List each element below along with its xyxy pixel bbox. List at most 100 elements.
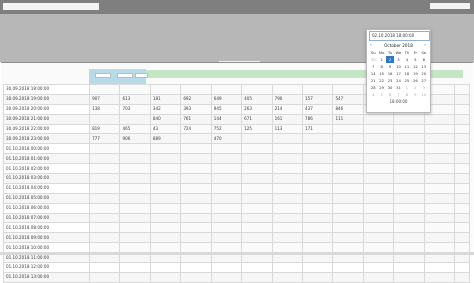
value-cell[interactable]: [210, 212, 243, 224]
calendar-day[interactable]: 10: [420, 91, 428, 98]
value-cell[interactable]: [89, 113, 121, 125]
calendar-day[interactable]: 6: [420, 56, 428, 63]
value-cell[interactable]: [393, 153, 425, 165]
value-cell[interactable]: [393, 163, 425, 175]
value-cell[interactable]: [210, 182, 243, 194]
value-cell[interactable]: [89, 173, 121, 184]
value-cell[interactable]: [271, 232, 304, 244]
value-cell[interactable]: [89, 262, 121, 273]
value-cell[interactable]: [180, 202, 212, 214]
header-filter[interactable]: [117, 73, 133, 78]
value-cell[interactable]: [149, 173, 182, 184]
calendar-day[interactable]: 3: [420, 84, 428, 91]
value-cell[interactable]: 907: [89, 93, 121, 105]
calendar-day[interactable]: 19: [411, 70, 419, 77]
value-cell[interactable]: [362, 202, 395, 214]
value-cell[interactable]: [241, 133, 273, 145]
value-cell[interactable]: [149, 84, 182, 95]
value-cell[interactable]: [423, 123, 456, 135]
calendar-day[interactable]: 9: [411, 91, 419, 98]
value-cell[interactable]: [332, 271, 364, 283]
value-cell[interactable]: [210, 143, 243, 155]
value-cell[interactable]: 181: [149, 93, 182, 105]
calendar-day[interactable]: 20: [420, 70, 428, 77]
value-cell[interactable]: [454, 212, 470, 224]
value-cell[interactable]: [119, 173, 151, 184]
value-cell[interactable]: [241, 271, 273, 283]
value-cell[interactable]: [210, 262, 243, 273]
value-cell[interactable]: 405: [241, 93, 273, 105]
calendar-day[interactable]: 6: [386, 91, 394, 98]
value-cell[interactable]: [271, 84, 304, 95]
timestamp-cell[interactable]: 01.10.2018 04:00:00: [2, 182, 91, 194]
calendar-day[interactable]: 28: [369, 84, 377, 91]
value-cell[interactable]: [362, 182, 395, 194]
value-cell[interactable]: [454, 182, 470, 194]
value-cell[interactable]: [454, 262, 470, 273]
value-cell[interactable]: [149, 262, 182, 273]
value-cell[interactable]: [149, 271, 182, 283]
value-cell[interactable]: [119, 212, 151, 224]
time-value[interactable]: 18:00:00: [367, 99, 430, 104]
value-cell[interactable]: [332, 182, 364, 194]
value-cell[interactable]: [454, 133, 470, 145]
timestamp-cell[interactable]: 30.09.2018 19:00:00: [2, 93, 91, 105]
calendar-day[interactable]: 23: [386, 77, 394, 84]
value-cell[interactable]: [271, 262, 304, 273]
value-cell[interactable]: [362, 262, 395, 273]
value-cell[interactable]: [362, 271, 395, 283]
value-cell[interactable]: [423, 262, 456, 273]
value-cell[interactable]: 671: [241, 113, 273, 125]
value-cell[interactable]: [454, 123, 470, 135]
value-cell[interactable]: [241, 192, 273, 204]
value-cell[interactable]: [89, 212, 121, 224]
calendar-day[interactable]: 5: [377, 91, 385, 98]
value-cell[interactable]: [180, 192, 212, 204]
timestamp-cell[interactable]: 01.10.2018 03:00:00: [2, 173, 91, 184]
value-cell[interactable]: [362, 133, 395, 145]
datetime-input[interactable]: 02.10.2018 18:00:00: [369, 31, 430, 41]
value-cell[interactable]: [454, 222, 470, 234]
value-cell[interactable]: 945: [210, 103, 243, 115]
value-cell[interactable]: [271, 222, 304, 234]
value-cell[interactable]: [332, 173, 364, 184]
value-cell[interactable]: [149, 222, 182, 234]
value-cell[interactable]: [302, 212, 334, 224]
value-cell[interactable]: 692: [180, 93, 212, 105]
value-cell[interactable]: 846: [332, 103, 364, 115]
value-cell[interactable]: [393, 222, 425, 234]
value-cell[interactable]: 761: [180, 113, 212, 125]
calendar-day[interactable]: 10: [394, 63, 402, 70]
value-cell[interactable]: [119, 232, 151, 244]
table-row[interactable]: 01.10.2018 08:00:00: [2, 222, 470, 234]
value-cell[interactable]: 840: [149, 113, 182, 125]
value-cell[interactable]: [332, 262, 364, 273]
value-cell[interactable]: [119, 222, 151, 234]
calendar-day[interactable]: 8: [377, 63, 385, 70]
calendar-day[interactable]: 1: [403, 84, 411, 91]
value-cell[interactable]: [454, 143, 470, 155]
value-cell[interactable]: [241, 232, 273, 244]
value-cell[interactable]: [149, 232, 182, 244]
table-row[interactable]: 01.10.2018 12:00:00: [2, 262, 470, 273]
value-cell[interactable]: [423, 173, 456, 184]
table-row[interactable]: 01.10.2018 05:00:00: [2, 192, 470, 204]
value-cell[interactable]: [271, 212, 304, 224]
value-cell[interactable]: [180, 84, 212, 95]
value-cell[interactable]: [302, 153, 334, 165]
calendar-day[interactable]: 11: [403, 63, 411, 70]
value-cell[interactable]: [89, 182, 121, 194]
value-cell[interactable]: [302, 163, 334, 175]
value-cell[interactable]: [180, 182, 212, 194]
value-cell[interactable]: [332, 133, 364, 145]
value-cell[interactable]: 144: [210, 113, 243, 125]
value-cell[interactable]: [241, 222, 273, 234]
value-cell[interactable]: [423, 133, 456, 145]
calendar-day[interactable]: 25: [403, 77, 411, 84]
value-cell[interactable]: [210, 173, 243, 184]
value-cell[interactable]: [393, 133, 425, 145]
value-cell[interactable]: 786: [302, 113, 334, 125]
table-row[interactable]: 01.10.2018 13:00:00: [2, 271, 470, 283]
value-cell[interactable]: [180, 271, 212, 283]
table-row[interactable]: 30.09.2018 21:00:00 840 761 144 671 161 786 111: [2, 113, 470, 125]
